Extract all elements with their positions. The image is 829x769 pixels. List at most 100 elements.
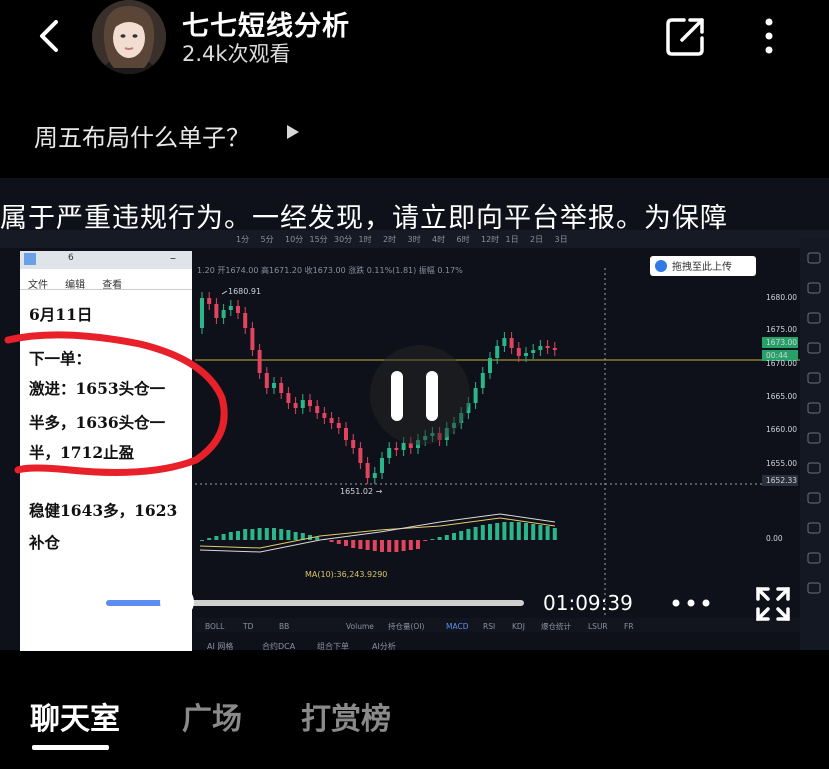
candle (380, 458, 384, 473)
macd-bar (372, 540, 377, 551)
macd-bar (380, 540, 384, 552)
timeframe-option: 1日 (506, 235, 519, 244)
candle (531, 350, 536, 353)
candle (495, 346, 500, 358)
candle (344, 428, 348, 440)
macd-bar (394, 540, 399, 552)
indicator-tab: BB (279, 622, 289, 631)
macd-bar (264, 528, 269, 540)
pause-button[interactable] (370, 345, 470, 445)
macd-bar (452, 533, 456, 540)
view-count: 2.4k次观看 (182, 42, 291, 66)
candle (250, 328, 255, 350)
candle (365, 463, 370, 478)
notepad-tab[interactable]: 6 (68, 253, 74, 263)
progress-thumb[interactable] (160, 585, 195, 619)
macd-bar (329, 540, 334, 542)
video-more-button[interactable] (668, 590, 714, 616)
expand-title-icon[interactable] (286, 124, 300, 144)
macd-bar (207, 538, 212, 540)
candle (243, 313, 248, 328)
macd-bar (459, 531, 464, 540)
indicator-tab: LSUR (588, 622, 608, 631)
candle (308, 400, 312, 406)
timeframe-option: 4时 (432, 234, 445, 244)
candle (257, 350, 262, 373)
avatar-image (92, 0, 166, 74)
pause-icon (370, 345, 470, 445)
macd-bar (228, 532, 233, 540)
candle (336, 423, 341, 428)
candle (552, 348, 557, 350)
macd-bar (351, 540, 356, 548)
timeframe-option: 10分 (285, 235, 303, 244)
red-annotation-circle (4, 331, 228, 476)
macd-bar (214, 536, 219, 540)
macd-bar (344, 540, 348, 546)
macd-bar (315, 537, 320, 540)
indicator-tab: TD (242, 622, 254, 631)
macd-bar (538, 525, 543, 540)
candle (524, 353, 528, 356)
back-button[interactable] (28, 14, 72, 58)
tab-chatroom[interactable]: 聊天室 (30, 694, 120, 738)
macd-bar (365, 540, 370, 550)
trade-menu-item: AI分析 (372, 641, 396, 650)
candle (322, 413, 327, 418)
upload-button[interactable]: 拖拽至此上传 (650, 256, 756, 276)
macd-bar (236, 531, 240, 540)
price-label: 1665.00 (766, 392, 797, 401)
back-arrow-icon (40, 20, 58, 52)
total-duration: 01:09:39 (543, 591, 633, 615)
macd-bar (257, 528, 262, 540)
price-label: 1652.33 (766, 476, 797, 485)
warning-marquee: 属于严重违规行为。一经发现，请立即向平台举报。为保障 (0, 203, 728, 234)
macd-bar (502, 522, 507, 540)
macd-bar (243, 529, 248, 540)
macd-bar (444, 535, 449, 540)
macd-bar (473, 527, 478, 540)
macd-bar (423, 540, 428, 541)
macd-bar (416, 540, 420, 549)
more-options-button[interactable] (752, 14, 786, 60)
macd-bar (358, 540, 363, 549)
macd-bar (495, 523, 500, 540)
macd-bar (401, 540, 406, 551)
timeframe-option: 1分 (236, 235, 249, 244)
candle (279, 383, 284, 393)
candle (214, 304, 219, 318)
macd-bar (552, 528, 557, 540)
indicator-tab: 爆仓统计 (541, 621, 571, 631)
macd-bar (516, 522, 521, 540)
trade-menu-item: 合约DCA (262, 641, 296, 650)
macd-bar (531, 524, 536, 540)
price-label: 0.00 (766, 534, 783, 543)
timeframe-option: 6时 (457, 234, 470, 244)
candle (473, 388, 478, 403)
indicator-tab: KDJ (512, 622, 525, 631)
candle (286, 393, 291, 403)
macd-bar (437, 537, 442, 540)
candle (300, 400, 305, 408)
timeframe-option: 5分 (261, 235, 274, 244)
fullscreen-button[interactable] (754, 585, 792, 623)
horizontal-dots-icon (672, 599, 710, 607)
timeframe-option: 2时 (383, 234, 396, 244)
macd-bar (250, 529, 255, 540)
upload-label: 拖拽至此上传 (672, 260, 732, 273)
timeframe-option: 1时 (359, 234, 372, 244)
macd-bar (524, 523, 528, 540)
share-button[interactable] (662, 14, 708, 60)
macd-bar (387, 540, 392, 552)
candle (358, 448, 363, 463)
author-avatar[interactable] (92, 0, 166, 74)
timeframe-option: 2日 (530, 235, 543, 244)
tab-reward-list[interactable]: 打赏榜 (301, 694, 391, 738)
live-title[interactable]: 周五布局什么单子？ (34, 118, 250, 153)
minimize-icon[interactable]: – (170, 251, 176, 265)
tab-square[interactable]: 广场 (182, 694, 242, 738)
macd-bar (488, 524, 492, 540)
trade-menu-item: 组合下单 (317, 641, 349, 650)
macd-bar (509, 522, 514, 540)
low-marker: 1651.02 → (340, 487, 383, 496)
